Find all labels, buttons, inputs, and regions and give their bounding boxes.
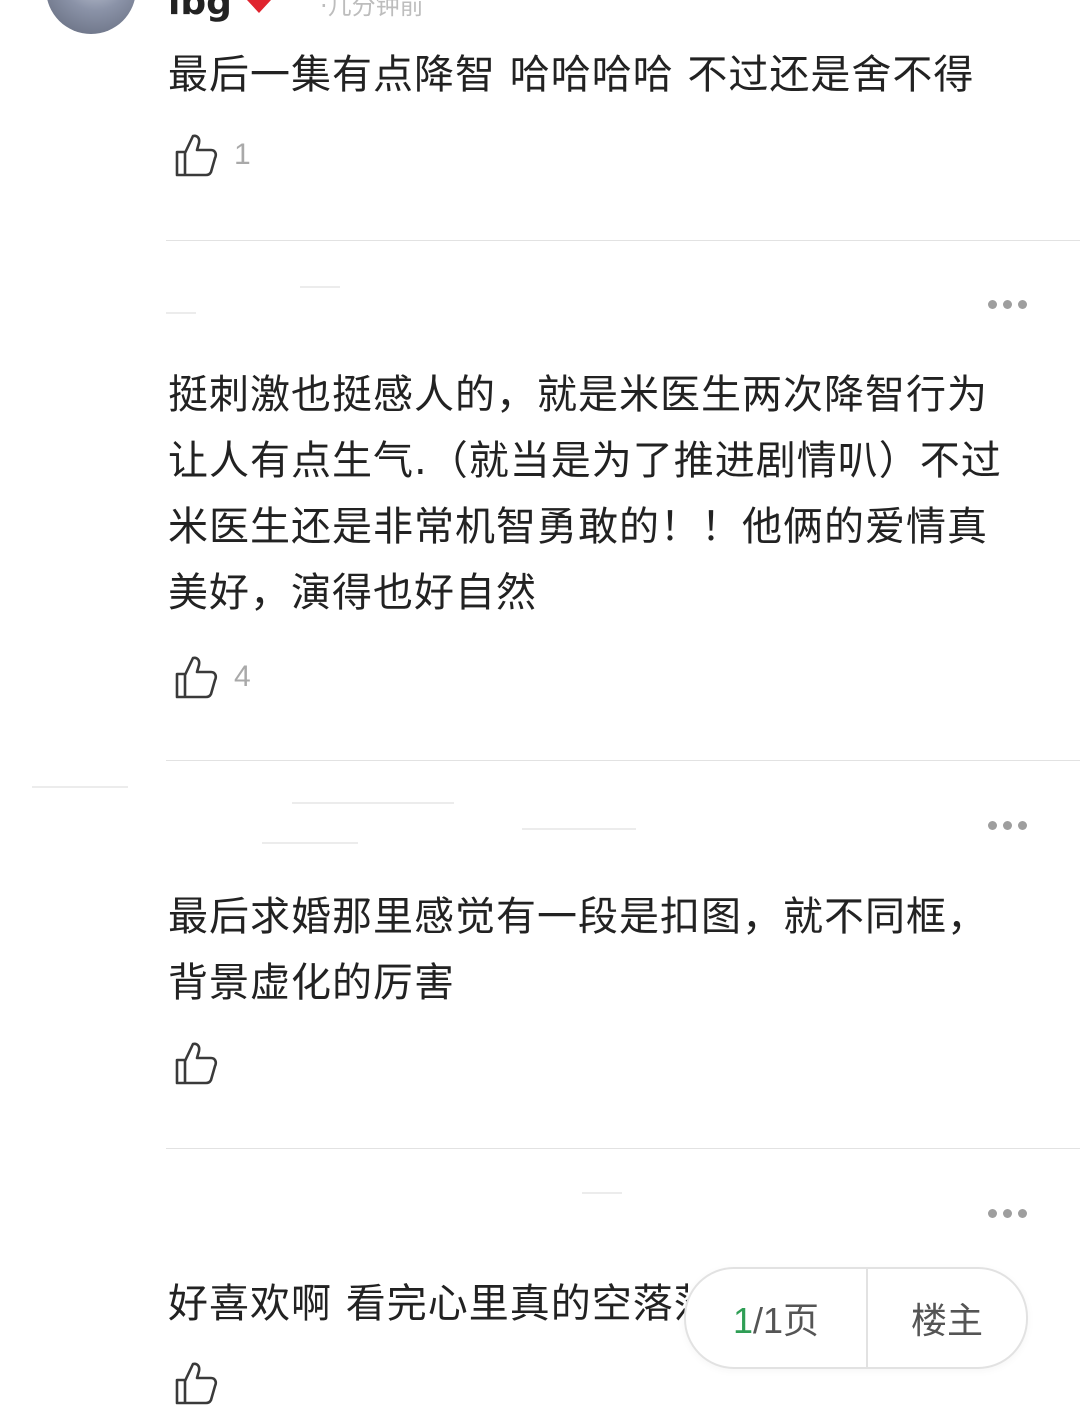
like-button[interactable] [174, 1040, 234, 1086]
heart-icon [247, 0, 271, 13]
op-only-button[interactable]: 楼主 [868, 1292, 1026, 1344]
divider [166, 760, 1080, 761]
comment-text: 好喜欢啊 看完心里真的空落落的 [168, 1281, 688, 1327]
blurred-username [300, 286, 340, 288]
like-count: 1 [234, 138, 251, 171]
like-button[interactable] [174, 1360, 234, 1406]
like-count: 4 [234, 660, 251, 693]
more-icon[interactable] [988, 300, 1027, 309]
comment-meta: ·几分钟前 [320, 0, 424, 20]
blurred-meta [166, 312, 196, 314]
total-pages: /1页 [753, 1300, 820, 1341]
blurred-avatar [32, 786, 128, 788]
comment-text: 最后一集有点降智 哈哈哈哈 不过还是舍不得 [168, 52, 975, 98]
current-page: 1 [732, 1300, 753, 1341]
divider [166, 1148, 1080, 1149]
thumb-up-icon [175, 134, 218, 177]
pagination-pill: 1/1页 楼主 [684, 1267, 1028, 1369]
page-indicator[interactable]: 1/1页 [686, 1292, 866, 1344]
like-button[interactable]: 1 [174, 132, 251, 178]
avatar[interactable] [46, 0, 136, 34]
more-icon[interactable] [988, 821, 1027, 830]
blurred-meta [262, 842, 358, 844]
comment-text: 最后求婚那里感觉有一段是扣图，就不同框，背景虚化的厉害 [168, 894, 988, 1006]
blurred-username [582, 1192, 622, 1194]
divider [166, 240, 1080, 241]
thumb-up-icon [175, 656, 218, 699]
comment-author[interactable]: lbg [168, 0, 232, 23]
thumb-up-icon [175, 1362, 218, 1405]
thumb-up-icon [175, 1042, 218, 1085]
blurred-username [292, 802, 454, 804]
more-icon[interactable] [988, 1209, 1027, 1218]
comment-text: 挺刺激也挺感人的，就是米医生两次降智行为让人有点生气.（就当是为了推进剧情叭）不… [168, 372, 1002, 616]
blurred-badge [522, 828, 636, 830]
like-button[interactable]: 4 [174, 654, 251, 700]
